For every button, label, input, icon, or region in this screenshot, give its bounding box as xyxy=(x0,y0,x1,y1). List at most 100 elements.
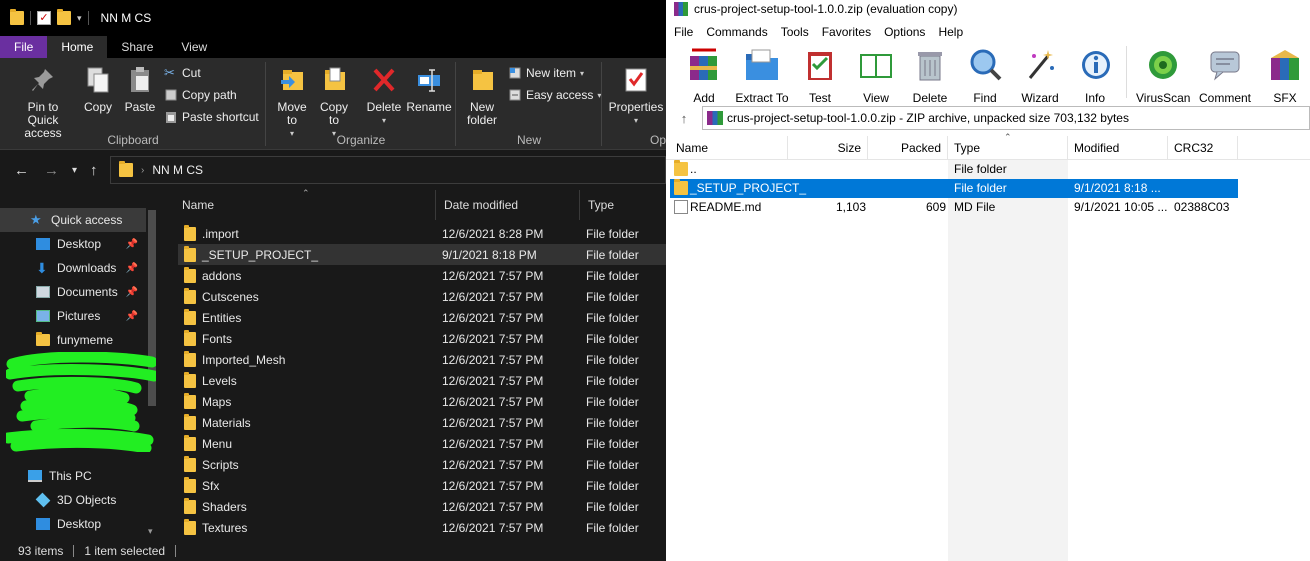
pin-icon[interactable]: 📌 xyxy=(126,287,138,298)
archive-row[interactable]: _SETUP_PROJECT_ File folder 9/1/2021 8:18 … xyxy=(670,179,1238,198)
rename-button[interactable]: Rename xyxy=(406,66,452,114)
column-header-packed[interactable]: Packed xyxy=(868,136,948,160)
add-button[interactable]: Add xyxy=(684,48,724,105)
file-date-modified: 12/6/2021 7:57 PM xyxy=(442,331,544,346)
ribbon: Pin to Quick access Copy Paste ✂ Cut Cop… xyxy=(0,58,666,150)
copy-label: Copy xyxy=(83,100,112,114)
virusscan-button[interactable]: VirusScan xyxy=(1136,48,1190,105)
menu-help[interactable]: Help xyxy=(938,25,963,39)
file-name: Menu xyxy=(202,436,233,451)
copy-to-button[interactable]: Copy to ▾ xyxy=(314,66,354,140)
file-row[interactable]: .import 12/6/2021 8:28 PM File folder xyxy=(178,223,666,244)
wizard-button[interactable]: Wizard xyxy=(1018,48,1062,105)
tab-view[interactable]: View xyxy=(167,36,221,58)
new-item-button[interactable]: New item ▾ xyxy=(508,66,584,80)
file-row[interactable]: Levels 12/6/2021 7:57 PM File folder xyxy=(178,370,666,391)
menu-commands[interactable]: Commands xyxy=(706,25,767,39)
file-row[interactable]: Maps 12/6/2021 7:57 PM File folder xyxy=(178,391,666,412)
menu-options[interactable]: Options xyxy=(884,25,925,39)
column-header-date-modified[interactable]: Date modified xyxy=(436,190,580,220)
tab-home[interactable]: Home xyxy=(47,36,108,58)
file-row[interactable]: Sfx 12/6/2021 7:57 PM File folder xyxy=(178,475,666,496)
delete-button[interactable]: Delete ▾ xyxy=(362,66,406,127)
breadcrumb-current[interactable]: NN M CS xyxy=(152,163,203,177)
address-bar[interactable]: › NN M CS xyxy=(110,156,666,184)
menu-tools[interactable]: Tools xyxy=(781,25,809,39)
sidebar-item-funymeme[interactable]: funymeme xyxy=(0,328,146,352)
sidebar-item-quick-access[interactable]: ★ Quick access xyxy=(0,208,146,232)
new-folder-icon[interactable] xyxy=(57,9,71,25)
properties-check-icon[interactable]: ✓ xyxy=(37,11,51,25)
cut-button[interactable]: ✂ Cut xyxy=(164,66,201,81)
copy-button[interactable]: Copy xyxy=(80,66,116,114)
copy-path-button[interactable]: Copy path xyxy=(164,88,237,102)
column-header-name[interactable]: Name xyxy=(670,136,788,160)
file-row[interactable]: Scripts 12/6/2021 7:57 PM File folder xyxy=(178,454,666,475)
file-type: File folder xyxy=(586,373,639,388)
file-row[interactable]: Entities 12/6/2021 7:57 PM File folder xyxy=(178,307,666,328)
file-row[interactable]: Fonts 12/6/2021 7:57 PM File folder xyxy=(178,328,666,349)
file-type: File folder xyxy=(586,331,639,346)
column-header-size[interactable]: Size xyxy=(788,136,868,160)
redaction-scribble xyxy=(6,352,156,452)
menu-file[interactable]: File xyxy=(674,25,693,39)
customize-toolbar-dropdown-icon[interactable]: ▾ xyxy=(77,13,82,24)
move-to-label: Move to xyxy=(277,100,307,127)
file-row[interactable]: Textures 12/6/2021 7:57 PM File folder xyxy=(178,517,666,538)
file-row[interactable]: Materials 12/6/2021 7:57 PM File folder xyxy=(178,412,666,433)
column-header-type[interactable]: Type xyxy=(580,190,666,220)
folder-icon[interactable] xyxy=(10,9,24,25)
file-row[interactable]: Cutscenes 12/6/2021 7:57 PM File folder xyxy=(178,286,666,307)
delete-button[interactable]: Delete xyxy=(910,48,950,105)
sidebar-item-pictures[interactable]: Pictures 📌 xyxy=(0,304,146,328)
move-to-button[interactable]: Move to ▾ xyxy=(272,66,312,140)
sidebar-item-downloads[interactable]: ⬇ Downloads 📌 xyxy=(0,256,146,280)
file-date-modified: 12/6/2021 7:57 PM xyxy=(442,352,544,367)
forward-arrow-icon[interactable]: → xyxy=(44,162,59,179)
up-arrow-icon[interactable]: ↑ xyxy=(90,162,98,179)
find-button[interactable]: Find xyxy=(966,48,1004,105)
extract-to-button[interactable]: Extract To xyxy=(732,48,792,105)
properties-button[interactable]: Properties ▾ xyxy=(606,66,666,127)
column-header-name[interactable]: Name xyxy=(174,190,436,220)
comment-button[interactable]: Comment xyxy=(1196,48,1254,105)
easy-access-button[interactable]: Easy access ▾ xyxy=(508,88,601,102)
column-header-modified[interactable]: Modified xyxy=(1068,136,1168,160)
back-arrow-icon[interactable]: ← xyxy=(14,162,29,179)
delete-label: Delete xyxy=(912,91,948,105)
sidebar-item-documents[interactable]: Documents 📌 xyxy=(0,280,146,304)
sidebar-item-this-pc[interactable]: This PC xyxy=(0,464,146,488)
column-header-type[interactable]: Type xyxy=(948,136,1068,160)
file-row[interactable]: addons 12/6/2021 7:57 PM File folder xyxy=(178,265,666,286)
up-one-level-icon[interactable]: ↑ xyxy=(666,111,702,126)
column-header-crc32[interactable]: CRC32 xyxy=(1168,136,1238,160)
pin-icon[interactable]: 📌 xyxy=(126,239,138,250)
archive-row[interactable]: README.md 1,103 609 MD File 9/1/2021 10:05 .… xyxy=(670,198,1238,217)
test-button[interactable]: Test xyxy=(802,48,838,105)
pin-icon[interactable]: 📌 xyxy=(126,311,138,322)
tab-share[interactable]: Share xyxy=(107,36,167,58)
paste-shortcut-button[interactable]: Paste shortcut xyxy=(164,110,259,124)
pin-icon[interactable]: 📌 xyxy=(126,263,138,274)
scroll-down-arrow-icon[interactable]: ▾ xyxy=(148,526,153,537)
sidebar-item-3d-objects[interactable]: 3D Objects xyxy=(0,488,146,512)
archive-path-field[interactable]: crus-project-setup-tool-1.0.0.zip - ZIP … xyxy=(702,106,1310,130)
tab-file[interactable]: File xyxy=(0,36,48,58)
recent-locations-chevron-icon[interactable]: ▾ xyxy=(72,165,77,176)
view-button[interactable]: View xyxy=(854,48,898,105)
paste-button[interactable]: Paste xyxy=(120,66,160,114)
new-folder-label: New folder xyxy=(466,100,498,127)
archive-row[interactable]: .. File folder xyxy=(670,160,1238,179)
info-button[interactable]: Info xyxy=(1078,48,1112,105)
menu-favorites[interactable]: Favorites xyxy=(822,25,871,39)
new-folder-button[interactable]: New folder xyxy=(462,66,502,127)
pin-to-quick-access-button[interactable]: Pin to Quick access xyxy=(8,66,78,140)
file-row[interactable]: _SETUP_PROJECT_ 9/1/2021 8:18 PM File fold… xyxy=(178,244,666,265)
file-row[interactable]: Imported_Mesh 12/6/2021 7:57 PM File folde… xyxy=(178,349,666,370)
file-row[interactable]: Shaders 12/6/2021 7:57 PM File folder xyxy=(178,496,666,517)
sfx-button[interactable]: SFX xyxy=(1264,48,1306,105)
file-row[interactable]: Menu 12/6/2021 7:57 PM File folder xyxy=(178,433,666,454)
sidebar-item-desktop-pc[interactable]: Desktop xyxy=(0,512,146,536)
file-name: Shaders xyxy=(202,499,247,514)
sidebar-item-desktop[interactable]: Desktop 📌 xyxy=(0,232,146,256)
